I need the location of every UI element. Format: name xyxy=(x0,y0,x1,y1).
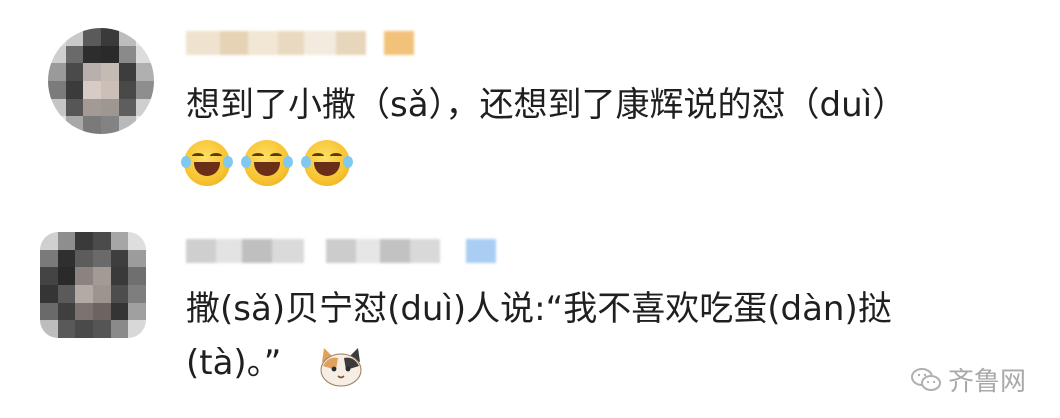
comment-text-line-1: 撒(sǎ)贝宁怼(duì)人说:“我不喜欢吃蛋(dàn)挞 xyxy=(186,289,892,329)
cat-face-emoji xyxy=(320,348,362,387)
comment-text: 想到了小撒（sǎ），还想到了康辉说的怼（duì） xyxy=(186,85,907,125)
blurred-avatar[interactable] xyxy=(40,232,146,338)
laughing-crying-emoji xyxy=(241,140,293,186)
watermark-text: 齐鲁网 xyxy=(947,367,1026,397)
wechat-icon xyxy=(910,367,941,391)
watermark: 齐鲁网 xyxy=(910,361,1026,398)
comment-text-line-2: (tà)。” xyxy=(186,343,282,383)
comment-text: 撒(sǎ)贝宁怼(duì)人说:“我不喜欢吃蛋(dàn)挞 (tà)。” xyxy=(186,282,892,390)
comment-item-1: 想到了小撒（sǎ），还想到了康辉说的怼（duì） xyxy=(0,0,1060,218)
blurred-username[interactable] xyxy=(186,28,414,58)
blurred-username[interactable] xyxy=(186,236,496,266)
laughing-crying-emoji xyxy=(301,140,353,186)
blurred-avatar[interactable] xyxy=(48,28,154,134)
comment-item-2: 撒(sǎ)贝宁怼(duì)人说:“我不喜欢吃蛋(dàn)挞 (tà)。” 齐鲁网 xyxy=(0,220,1060,418)
emoji-row xyxy=(181,140,353,186)
laughing-crying-emoji xyxy=(181,140,233,186)
